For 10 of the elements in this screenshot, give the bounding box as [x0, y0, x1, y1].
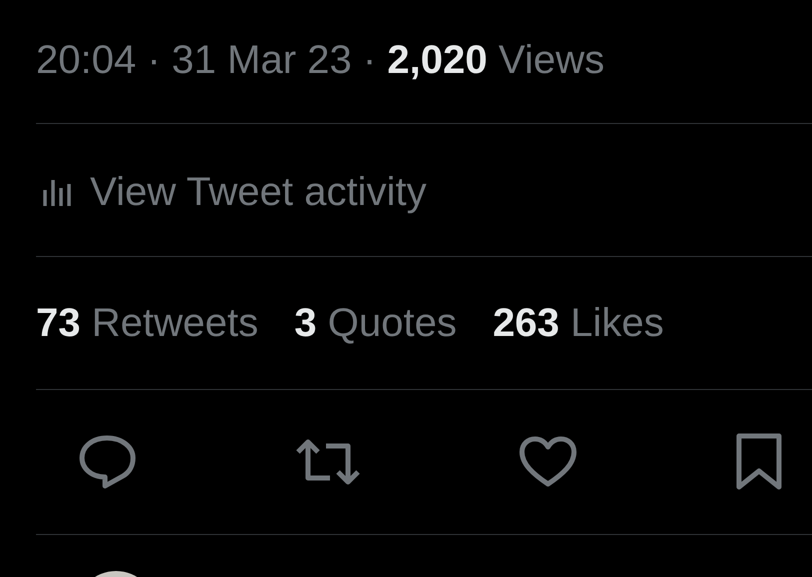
engagement-stat-link[interactable]: 263 Likes	[492, 300, 664, 346]
engagement-stat-link[interactable]: 3 Quotes	[294, 300, 457, 346]
reply-icon[interactable]	[78, 434, 136, 490]
bookmark-icon[interactable]	[736, 433, 782, 491]
view-activity-link[interactable]: View Tweet activity	[36, 166, 426, 214]
tweet-timestamp-views: 20:04 · 31 Mar 23 · 2,020 Views	[36, 38, 604, 83]
engagement-stat-link[interactable]: 73 Retweets	[36, 300, 258, 346]
retweet-icon[interactable]	[294, 438, 361, 486]
heart-icon[interactable]	[519, 436, 578, 488]
bar-chart-icon	[42, 178, 72, 206]
